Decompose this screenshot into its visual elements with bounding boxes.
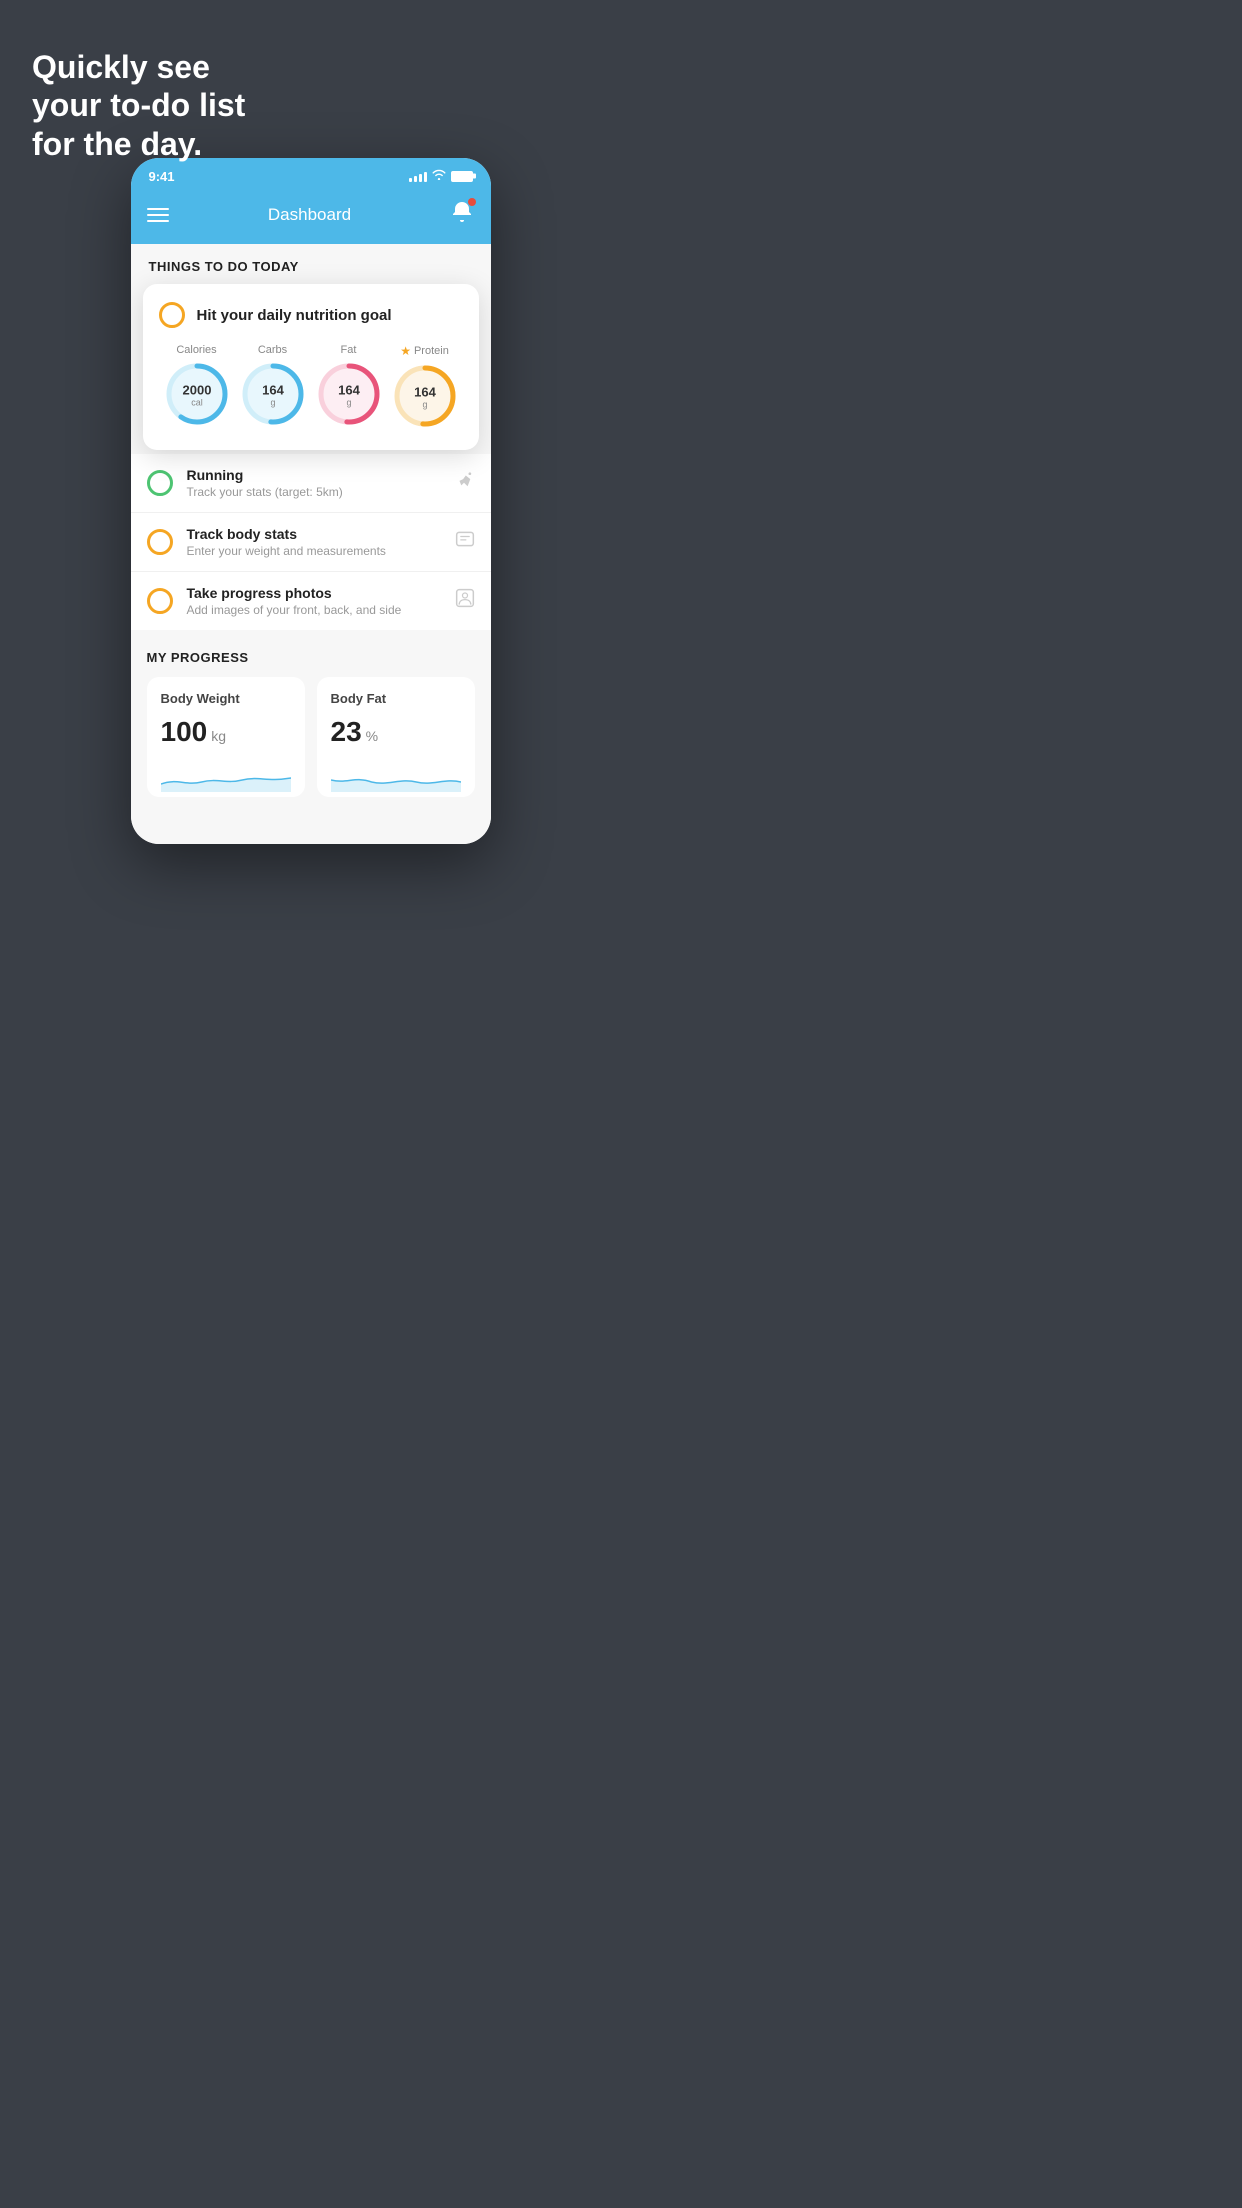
svg-text:164: 164 (262, 382, 284, 397)
phone-content: THINGS TO DO TODAY Hit your daily nutrit… (131, 244, 491, 844)
body-weight-value: 100 (161, 716, 208, 748)
notification-dot (468, 198, 476, 206)
hero-line1: Quickly see (32, 48, 245, 86)
signal-bar-1 (409, 178, 412, 182)
progress-cards: Body Weight 100 kg Body Fat (147, 677, 475, 813)
body-fat-value-row: 23 % (331, 716, 461, 748)
body-fat-value: 23 (331, 716, 362, 748)
svg-text:164: 164 (414, 384, 436, 399)
progress-card-fat: Body Fat 23 % (317, 677, 475, 797)
star-icon: ★ (400, 344, 411, 358)
todo-list: Running Track your stats (target: 5km) (131, 454, 491, 630)
floating-card: Hit your daily nutrition goal Calories 2… (143, 284, 479, 450)
app-header: Dashboard (131, 190, 491, 244)
section-header: THINGS TO DO TODAY (131, 244, 491, 284)
ring-calories: Calories 2000 cal (163, 344, 231, 430)
ring-fat: Fat 164 g (315, 344, 383, 430)
ring-protein-svg: 164 g (391, 362, 459, 430)
progress-card-weight: Body Weight 100 kg (147, 677, 305, 797)
signal-bar-3 (419, 174, 422, 182)
hamburger-menu[interactable] (147, 208, 169, 222)
body-weight-title: Body Weight (161, 691, 291, 706)
card-task-row: Hit your daily nutrition goal (159, 302, 463, 328)
todo-item-body-stats[interactable]: Track body stats Enter your weight and m… (131, 513, 491, 572)
ring-calories-label: Calories (176, 344, 216, 356)
svg-text:g: g (270, 397, 275, 407)
todo-title-body-stats: Track body stats (187, 526, 441, 542)
hero-line3: for the day. (32, 125, 245, 163)
todo-text-photos: Take progress photos Add images of your … (187, 585, 441, 617)
body-weight-unit: kg (211, 728, 226, 744)
status-time: 9:41 (149, 169, 175, 184)
progress-section: MY PROGRESS Body Weight 100 kg (131, 630, 491, 813)
page-wrapper: Quickly see your to-do list for the day.… (0, 0, 621, 1104)
ring-calories-svg: 2000 cal (163, 360, 231, 428)
wifi-icon (432, 169, 446, 183)
task-circle-unchecked[interactable] (159, 302, 185, 328)
progress-title: MY PROGRESS (147, 650, 475, 665)
nutrition-rings: Calories 2000 cal Carbs (159, 344, 463, 430)
todo-subtitle-running: Track your stats (target: 5km) (187, 485, 439, 499)
ring-fat-label: Fat (341, 344, 357, 356)
todo-text-body-stats: Track body stats Enter your weight and m… (187, 526, 441, 558)
todo-text-running: Running Track your stats (target: 5km) (187, 467, 439, 499)
phone-container: 9:41 (131, 158, 491, 844)
todo-item-running[interactable]: Running Track your stats (target: 5km) (131, 454, 491, 513)
card-task-label: Hit your daily nutrition goal (197, 307, 392, 324)
ring-carbs: Carbs 164 g (239, 344, 307, 430)
person-icon (455, 588, 475, 614)
scale-icon (455, 529, 475, 555)
todo-circle-photos (147, 588, 173, 614)
fat-wave-chart (331, 756, 461, 792)
ring-carbs-svg: 164 g (239, 360, 307, 428)
todo-circle-body-stats (147, 529, 173, 555)
signal-bar-4 (424, 172, 427, 182)
todo-subtitle-photos: Add images of your front, back, and side (187, 603, 441, 617)
ring-fat-svg: 164 g (315, 360, 383, 428)
things-to-do-title: THINGS TO DO TODAY (149, 259, 299, 274)
todo-title-running: Running (187, 467, 439, 483)
ring-carbs-label: Carbs (258, 344, 287, 356)
running-icon (453, 471, 475, 495)
svg-text:164: 164 (338, 382, 360, 397)
ring-protein-label: ★ Protein (400, 344, 449, 358)
body-fat-title: Body Fat (331, 691, 461, 706)
body-fat-unit: % (366, 728, 378, 744)
hero-text: Quickly see your to-do list for the day. (32, 48, 245, 163)
signal-bars-icon (409, 170, 427, 182)
svg-text:g: g (422, 399, 427, 409)
signal-bar-2 (414, 176, 417, 182)
bell-icon[interactable] (450, 200, 474, 230)
hero-line2: your to-do list (32, 86, 245, 124)
svg-text:g: g (346, 397, 351, 407)
todo-subtitle-body-stats: Enter your weight and measurements (187, 544, 441, 558)
status-icons (409, 169, 473, 183)
todo-title-photos: Take progress photos (187, 585, 441, 601)
svg-text:cal: cal (191, 397, 203, 407)
ring-protein: ★ Protein 164 g (391, 344, 459, 430)
body-weight-value-row: 100 kg (161, 716, 291, 748)
todo-item-photos[interactable]: Take progress photos Add images of your … (131, 572, 491, 630)
battery-icon (451, 171, 473, 182)
header-title: Dashboard (268, 205, 351, 225)
todo-circle-running (147, 470, 173, 496)
weight-wave-chart (161, 756, 291, 792)
svg-text:2000: 2000 (182, 382, 211, 397)
